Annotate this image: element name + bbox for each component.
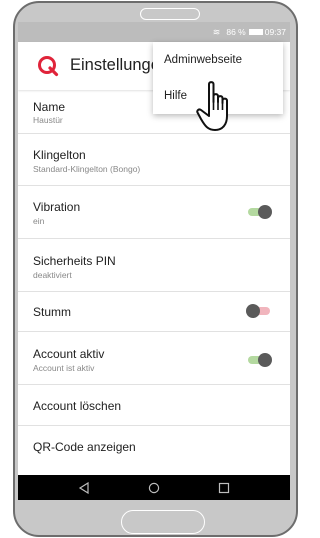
setting-label: Sicherheits PIN bbox=[33, 254, 116, 268]
setting-label: Account löschen bbox=[33, 399, 122, 413]
settings-list: Name Haustür Klingelton Standard-Klingel… bbox=[18, 90, 290, 467]
back-icon[interactable] bbox=[74, 475, 94, 500]
setting-value: deaktiviert bbox=[33, 270, 72, 280]
menu-item-admin-website[interactable]: Adminwebseite bbox=[164, 54, 242, 66]
setting-label: Name bbox=[33, 100, 66, 114]
battery-icon bbox=[248, 29, 263, 35]
home-icon[interactable] bbox=[144, 475, 164, 500]
status-bar: ≋ 86 % 09:37 bbox=[18, 22, 290, 42]
setting-label: Vibration bbox=[33, 200, 81, 214]
wifi-icon: ≋ bbox=[212, 26, 221, 37]
setting-row-account-active[interactable]: Account aktiv Account ist aktiv bbox=[18, 332, 290, 385]
setting-value: ein bbox=[33, 216, 45, 226]
navigation-bar bbox=[18, 475, 290, 500]
setting-value: Account ist aktiv bbox=[33, 363, 95, 373]
setting-row-pin[interactable]: Sicherheits PIN deaktiviert bbox=[18, 239, 290, 292]
account-active-toggle[interactable] bbox=[246, 353, 272, 367]
battery-percent: 86 % bbox=[226, 27, 246, 37]
setting-row-mute[interactable]: Stumm bbox=[18, 292, 290, 332]
hand-pointer-icon bbox=[196, 81, 228, 131]
recents-icon[interactable] bbox=[214, 475, 234, 500]
phone-home-button[interactable] bbox=[121, 510, 205, 534]
phone-screen: ≋ 86 % 09:37 Einstellungen Name Haustür … bbox=[18, 22, 290, 500]
menu-item-help[interactable]: Hilfe bbox=[164, 90, 187, 102]
setting-row-ringtone[interactable]: Klingelton Standard-Klingelton (Bongo) bbox=[18, 134, 290, 186]
vibration-toggle[interactable] bbox=[246, 205, 272, 219]
setting-value: Standard-Klingelton (Bongo) bbox=[33, 164, 141, 174]
mute-toggle[interactable] bbox=[246, 304, 272, 318]
setting-row-qr-code[interactable]: QR-Code anzeigen bbox=[18, 426, 290, 467]
setting-label: Account aktiv bbox=[33, 347, 105, 361]
setting-label: Stumm bbox=[33, 305, 72, 319]
setting-value: Haustür bbox=[33, 115, 63, 125]
setting-label: Klingelton bbox=[33, 148, 86, 162]
setting-label: QR-Code anzeigen bbox=[33, 440, 136, 454]
status-time: 09:37 bbox=[264, 27, 286, 37]
phone-speaker bbox=[140, 8, 200, 20]
q-logo-icon bbox=[38, 56, 59, 77]
setting-row-vibration[interactable]: Vibration ein bbox=[18, 186, 290, 239]
setting-row-delete-account[interactable]: Account löschen bbox=[18, 385, 290, 426]
